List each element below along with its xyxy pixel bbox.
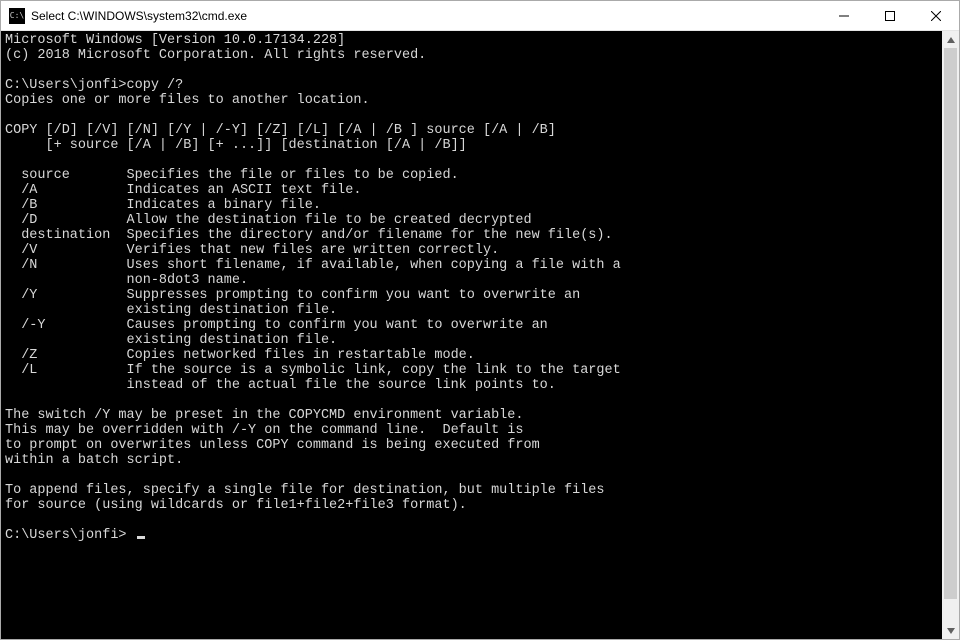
terminal-line: to prompt on overwrites unless COPY comm… [5, 438, 540, 453]
titlebar[interactable]: C:\ Select C:\WINDOWS\system32\cmd.exe [1, 1, 959, 31]
maximize-icon [885, 11, 895, 21]
terminal-line: source Specifies the file or files to be… [5, 168, 459, 183]
terminal-line: This may be overridden with /-Y on the c… [5, 423, 523, 438]
scrollbar-thumb[interactable] [944, 48, 957, 599]
terminal-line: for source (using wildcards or file1+fil… [5, 498, 467, 513]
terminal-line: [+ source [/A | /B] [+ ...]] [destinatio… [5, 138, 467, 153]
terminal-line: C:\Users\jonfi>copy /? [5, 78, 183, 93]
terminal-line: /N Uses short filename, if available, wh… [5, 258, 621, 273]
terminal-line: /V Verifies that new files are written c… [5, 243, 499, 258]
terminal-line: destination Specifies the directory and/… [5, 228, 613, 243]
cursor [137, 536, 145, 539]
window-title: Select C:\WINDOWS\system32\cmd.exe [31, 9, 821, 23]
terminal-line: Microsoft Windows [Version 10.0.17134.22… [5, 33, 345, 48]
terminal-line: existing destination file. [5, 333, 337, 348]
terminal-line: Copies one or more files to another loca… [5, 93, 370, 108]
terminal-line: COPY [/D] [/V] [/N] [/Y | /-Y] [/Z] [/L]… [5, 123, 556, 138]
terminal-line: /D Allow the destination file to be crea… [5, 213, 532, 228]
scrollbar-track[interactable] [942, 48, 959, 622]
chevron-down-icon [947, 628, 955, 634]
terminal-line: /Y Suppresses prompting to confirm you w… [5, 288, 580, 303]
terminal-line: /B Indicates a binary file. [5, 198, 321, 213]
terminal[interactable]: Microsoft Windows [Version 10.0.17134.22… [1, 31, 942, 639]
scroll-down-button[interactable] [942, 622, 959, 639]
cmd-icon: C:\ [9, 8, 25, 24]
terminal-line: /A Indicates an ASCII text file. [5, 183, 361, 198]
scroll-up-button[interactable] [942, 31, 959, 48]
window-controls [821, 1, 959, 30]
maximize-button[interactable] [867, 1, 913, 30]
terminal-line: /L If the source is a symbolic link, cop… [5, 363, 621, 378]
terminal-line: /-Y Causes prompting to confirm you want… [5, 318, 548, 333]
terminal-line: /Z Copies networked files in restartable… [5, 348, 475, 363]
terminal-line: non-8dot3 name. [5, 273, 248, 288]
minimize-icon [839, 11, 849, 21]
terminal-line: To append files, specify a single file f… [5, 483, 605, 498]
vertical-scrollbar[interactable] [942, 31, 959, 639]
prompt: C:\Users\jonfi> [5, 528, 135, 543]
minimize-button[interactable] [821, 1, 867, 30]
cmd-window: C:\ Select C:\WINDOWS\system32\cmd.exe M… [0, 0, 960, 640]
terminal-line: The switch /Y may be preset in the COPYC… [5, 408, 523, 423]
close-icon [931, 11, 941, 21]
terminal-area: Microsoft Windows [Version 10.0.17134.22… [1, 31, 959, 639]
terminal-line: instead of the actual file the source li… [5, 378, 556, 393]
close-button[interactable] [913, 1, 959, 30]
terminal-line: existing destination file. [5, 303, 337, 318]
chevron-up-icon [947, 37, 955, 43]
terminal-line: (c) 2018 Microsoft Corporation. All righ… [5, 48, 426, 63]
terminal-line: within a batch script. [5, 453, 183, 468]
